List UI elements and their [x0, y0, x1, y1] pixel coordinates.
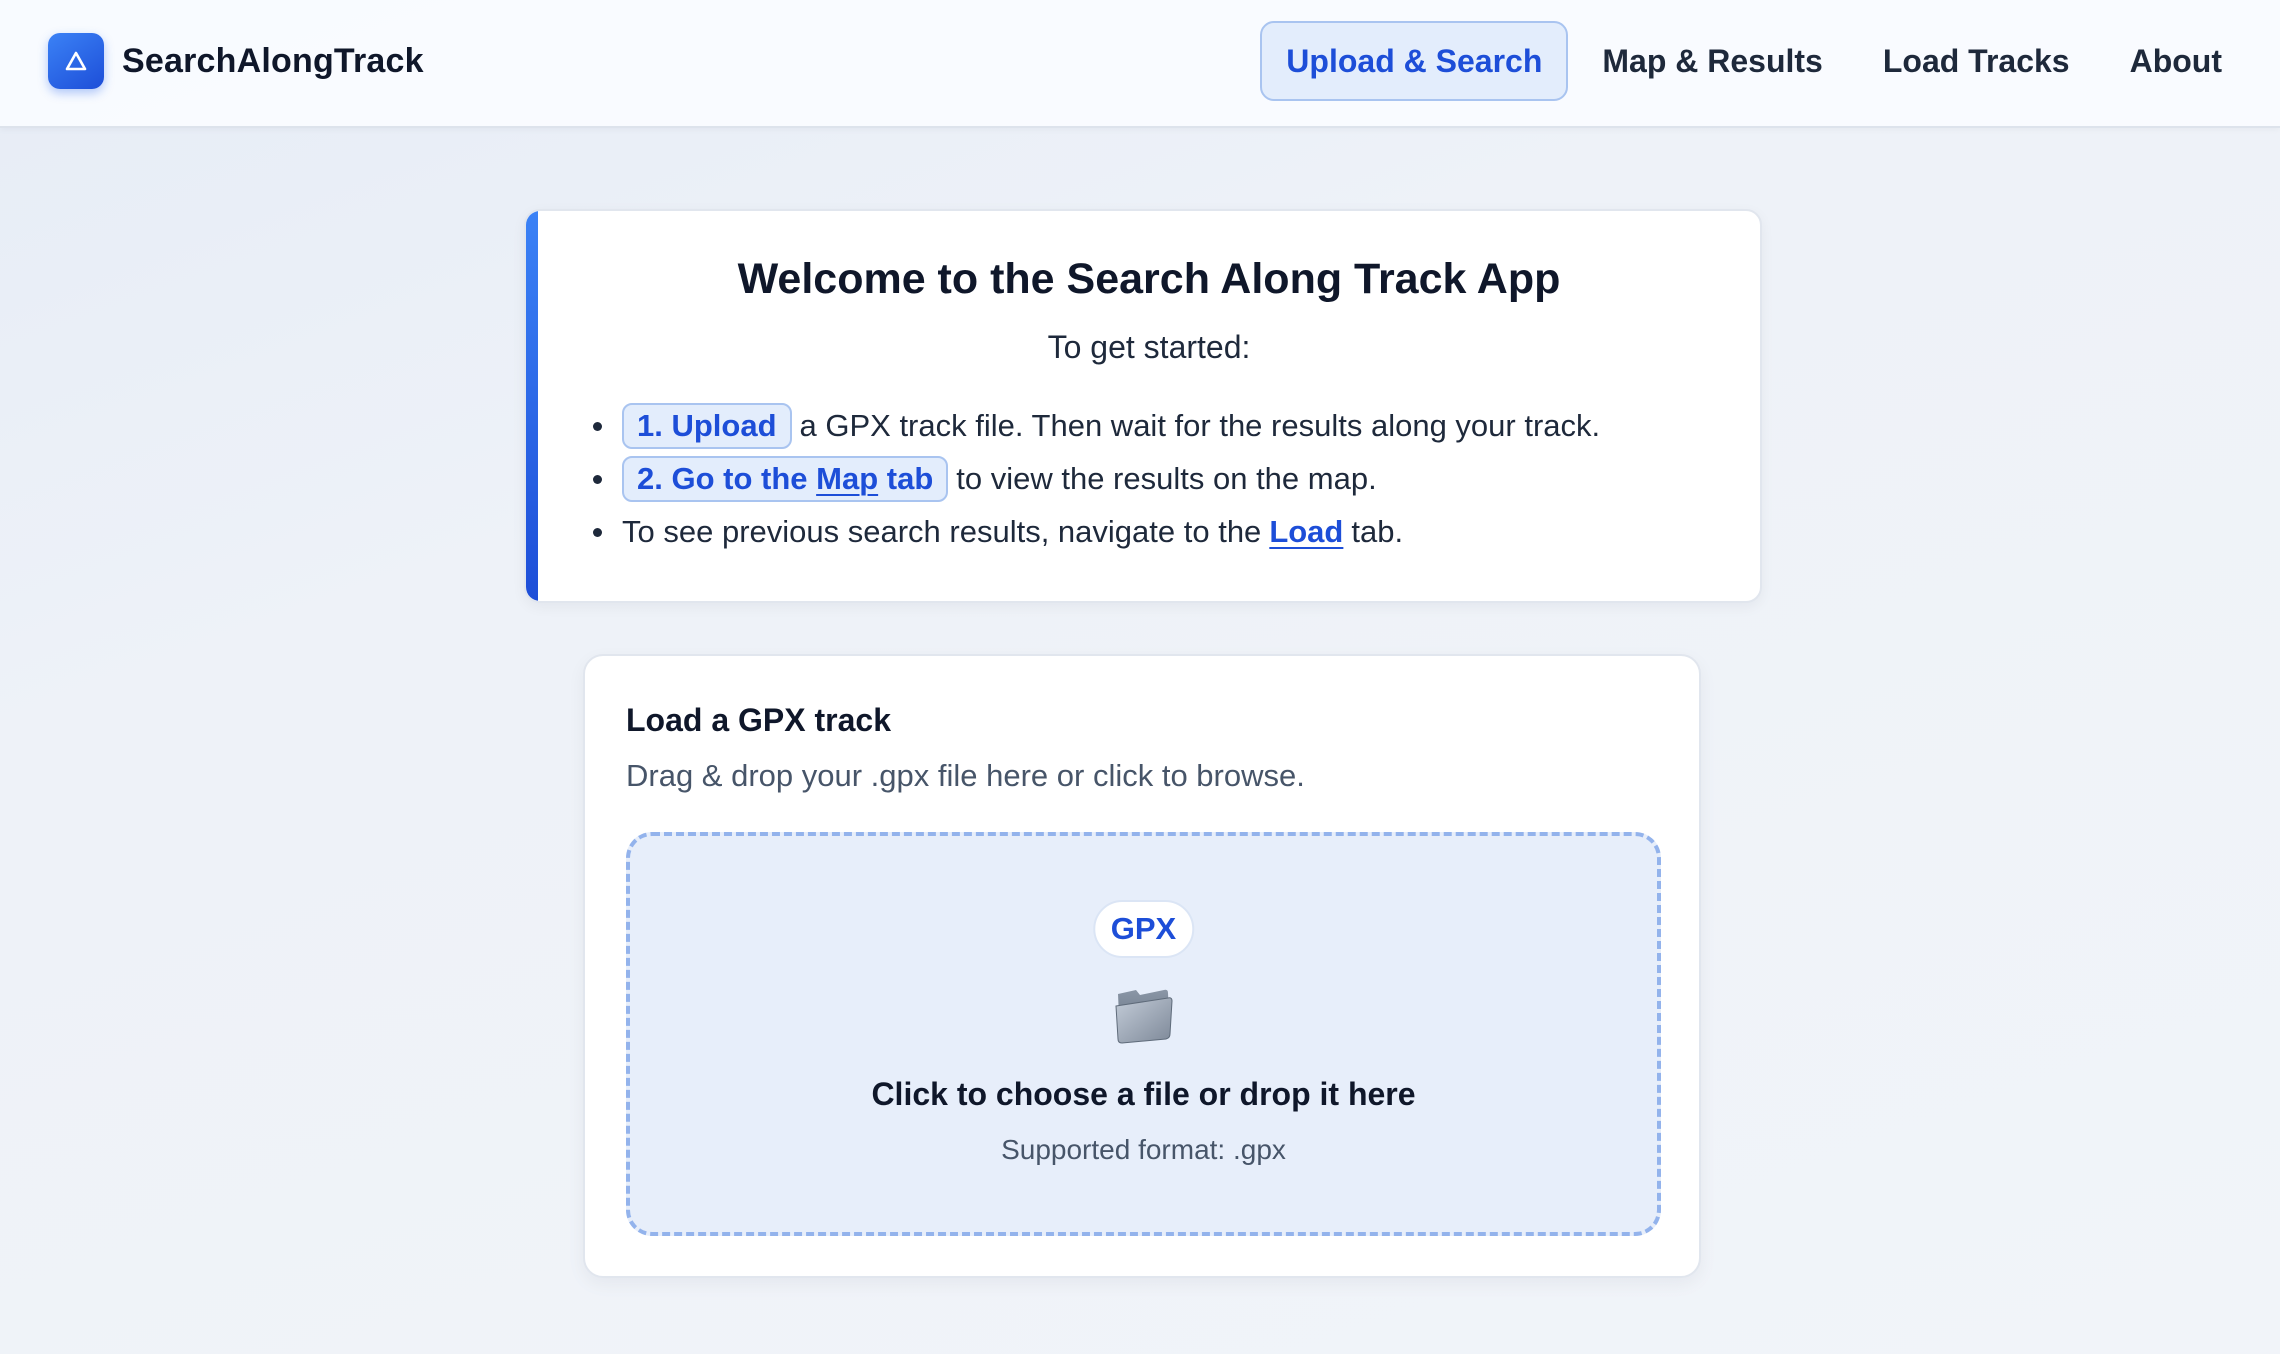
brand-name: SearchAlongTrack	[122, 41, 424, 80]
step-map-pill[interactable]: 2. Go to the Map tab	[622, 455, 949, 502]
top-navbar: SearchAlongTrack Upload & Search Map & R…	[0, 0, 2280, 128]
upload-description: Drag & drop your .gpx file here or click…	[626, 758, 1305, 793]
welcome-card: Welcome to the Search Along Track App To…	[524, 209, 1762, 603]
nav-tab-about[interactable]: About	[2104, 21, 2248, 101]
welcome-subtitle: To get started:	[1047, 329, 1251, 365]
map-tab-link[interactable]: Map	[816, 461, 878, 497]
gpx-badge: GPX	[1092, 900, 1195, 958]
upload-card: Load a GPX track Drag & drop your .gpx f…	[583, 654, 1701, 1278]
step-upload-pill[interactable]: 1. Upload	[622, 402, 792, 449]
main-nav: Upload & Search Map & Results Load Track…	[1260, 21, 2248, 101]
step-upload: 1. Upload a GPX track file. Then wait fo…	[592, 399, 1601, 452]
load-tab-link[interactable]: Load	[1269, 514, 1343, 550]
step-map-pill-prefix: 2. Go to the	[637, 460, 808, 496]
file-dropzone[interactable]: GPX Click to choose a file or drop it he	[626, 832, 1661, 1236]
step-map-pill-suffix: tab	[886, 460, 934, 496]
step-load: To see previous search results, navigate…	[592, 505, 1600, 558]
step-map-text: to view the results on the map.	[956, 460, 1377, 496]
brand[interactable]: SearchAlongTrack	[48, 33, 424, 89]
dropzone-main-text: Click to choose a file or drop it here	[871, 1076, 1416, 1112]
nav-tab-map-results[interactable]: Map & Results	[1576, 21, 1848, 101]
step-load-text-before: To see previous search results, navigate…	[622, 513, 1262, 549]
step-load-text-after: tab.	[1351, 513, 1404, 549]
step-upload-text: a GPX track file. Then wait for the resu…	[799, 407, 1601, 443]
welcome-accent-bar	[526, 211, 538, 601]
step-map: 2. Go to the Map tab to view the results…	[592, 452, 1600, 505]
nav-tab-load-tracks[interactable]: Load Tracks	[1857, 21, 2096, 101]
getting-started-steps: 1. Upload a GPX track file. Then wait fo…	[592, 399, 1601, 558]
dropzone-supported-format: Supported format: .gpx	[1001, 1134, 1286, 1165]
triangle-logo-icon	[48, 33, 104, 89]
folder-icon	[1112, 984, 1176, 1044]
upload-title: Load a GPX track	[626, 702, 891, 738]
nav-tab-upload-search[interactable]: Upload & Search	[1260, 21, 1569, 101]
welcome-title: Welcome to the Search Along Track App	[737, 255, 1561, 303]
